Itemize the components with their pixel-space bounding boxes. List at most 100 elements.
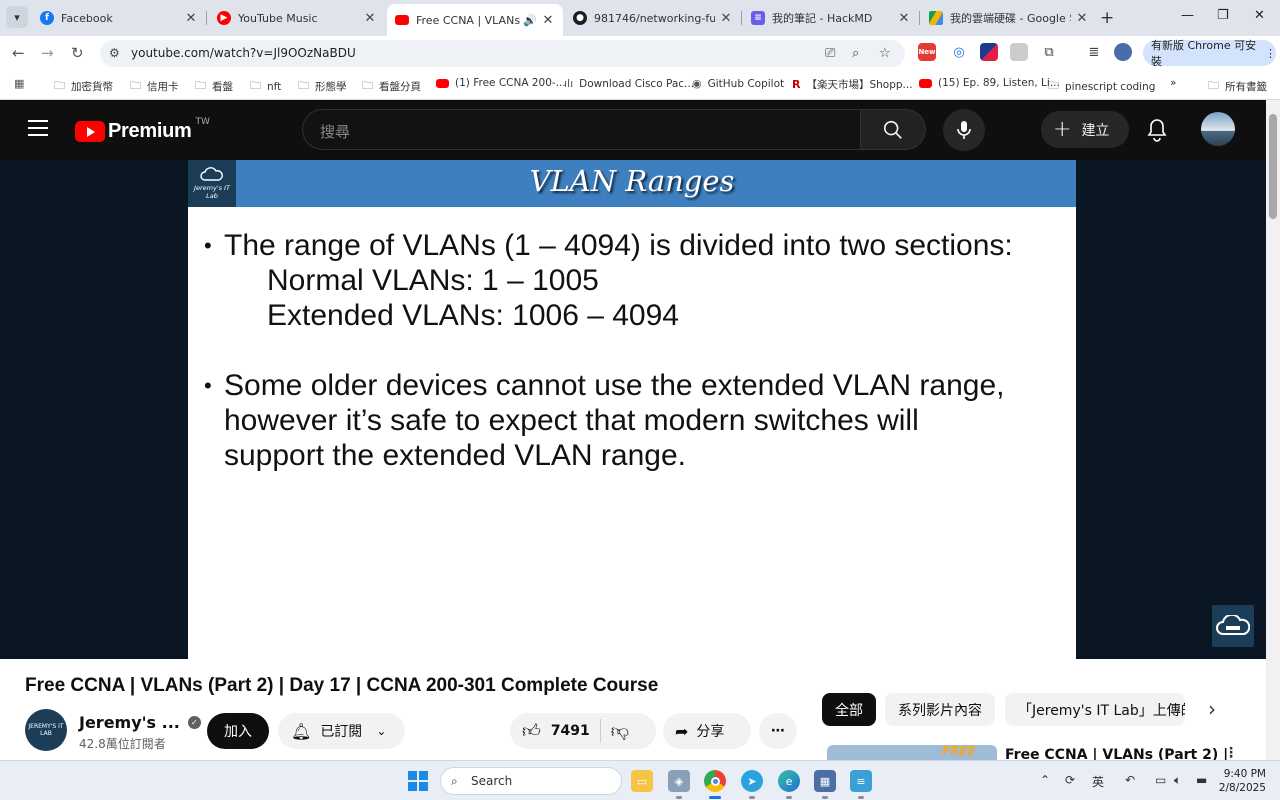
reload-icon[interactable]: ↻: [71, 44, 84, 62]
battery-icon[interactable]: ▬: [1196, 773, 1207, 787]
tab-search-button[interactable]: ▾: [6, 6, 28, 28]
more-vert-icon[interactable]: ⋮: [1224, 745, 1238, 761]
chip-series[interactable]: 系列影片內容: [885, 693, 995, 726]
system-clock[interactable]: 9:40 PM 2/8/2025: [1218, 767, 1266, 795]
bookmark-item[interactable]: 🗀 nft: [250, 77, 281, 96]
taskbar-search[interactable]: ⌕ Search: [440, 767, 622, 795]
file-explorer-icon[interactable]: ▭: [631, 770, 653, 792]
apps-grid-icon[interactable]: ▦: [14, 77, 30, 90]
bookmark-item[interactable]: (1) Free CCNA 200-...: [436, 77, 566, 89]
sync-icon[interactable]: ⟳: [1065, 773, 1075, 787]
recommended-thumbnail[interactable]: FREE: [827, 745, 997, 760]
audio-playing-icon[interactable]: 🔊: [523, 14, 537, 27]
subscribed-button[interactable]: 🔔︎ 已訂閱 ⌄: [278, 713, 405, 749]
more-actions-button[interactable]: ⋯: [759, 713, 797, 749]
channel-name[interactable]: Jeremy's ... ✓: [79, 713, 201, 732]
page-scrollbar[interactable]: [1266, 100, 1280, 760]
window-close-icon[interactable]: ✕: [1254, 8, 1265, 23]
bookmark-item[interactable]: 🗀 看盤分頁: [362, 77, 421, 96]
bookmark-item[interactable]: 🗀 信用卡: [130, 77, 179, 96]
profile-avatar-icon[interactable]: [1114, 43, 1132, 61]
site-info-icon[interactable]: ⚙: [109, 46, 120, 60]
app-icon[interactable]: ◈: [668, 770, 690, 799]
close-icon[interactable]: ✕: [184, 11, 198, 26]
like-count[interactable]: 7491: [551, 723, 590, 739]
media-control-icon[interactable]: ≣: [1085, 43, 1103, 61]
close-icon[interactable]: ✕: [363, 11, 377, 26]
create-button[interactable]: + 建立: [1041, 111, 1129, 148]
windows-start-icon[interactable]: [408, 771, 428, 791]
youtube-icon: [919, 78, 932, 88]
telegram-icon[interactable]: ➤: [741, 770, 763, 799]
bookmark-item[interactable]: ◉ GitHub Copilot: [692, 77, 784, 90]
close-icon[interactable]: ✕: [719, 11, 733, 26]
extension-flag-icon[interactable]: [980, 43, 998, 61]
slide-text: Normal VLANs: 1 – 1005: [267, 264, 599, 297]
bookmark-item[interactable]: 🗀 加密貨幣: [54, 77, 113, 96]
minimize-icon[interactable]: —: [1181, 8, 1194, 23]
bookmark-item[interactable]: 🗀 看盤: [195, 77, 233, 96]
bookmark-item[interactable]: R 【楽天市場】Shopp...: [792, 77, 913, 92]
notepad-icon[interactable]: ≡: [850, 770, 872, 799]
rakuten-icon: R: [792, 78, 801, 91]
folder-icon: 🗀: [195, 79, 206, 92]
account-avatar[interactable]: [1201, 112, 1235, 146]
ime-indicator[interactable]: 英: [1092, 773, 1104, 790]
edge-icon[interactable]: e: [778, 770, 800, 799]
chip-all[interactable]: 全部: [822, 693, 876, 726]
youtube-premium-logo[interactable]: Premium TW: [75, 117, 210, 143]
thumbs-down-icon[interactable]: 👎︎: [611, 720, 629, 742]
share-button[interactable]: ➦ 分享: [663, 713, 751, 749]
menu-icon[interactable]: [28, 120, 48, 141]
url-text[interactable]: youtube.com/watch?v=Jl9OOzNaBDU: [131, 46, 356, 60]
close-icon[interactable]: ✕: [541, 13, 555, 28]
video-player[interactable]: VLAN Ranges Jeremy's IT Lab • The range …: [0, 160, 1266, 659]
tab-github[interactable]: ● 981746/networking-funda ✕: [565, 4, 742, 32]
join-button[interactable]: 加入: [207, 713, 269, 749]
bookmark-item[interactable]: ılı Download Cisco Pac...: [564, 77, 694, 90]
more-bookmarks-icon[interactable]: »: [1170, 77, 1176, 89]
ime-mode-icon[interactable]: ↶: [1125, 773, 1135, 787]
channel-watermark[interactable]: [1212, 605, 1254, 647]
extension-new-icon[interactable]: New: [918, 43, 936, 61]
tab-free-ccna[interactable]: Free CCNA | VLANs (Pa 🔊 ✕: [387, 4, 563, 36]
tray-overflow-icon[interactable]: ⌃: [1040, 773, 1050, 787]
chrome-icon[interactable]: [704, 770, 726, 799]
bookmark-item[interactable]: 🗀 所有書籤: [1208, 77, 1267, 96]
tab-google-drive[interactable]: 我的雲端硬碟 - Google 雲 ✕: [921, 4, 1097, 32]
close-icon[interactable]: ✕: [897, 11, 911, 26]
extension-image-icon[interactable]: [1010, 43, 1028, 61]
restore-icon[interactable]: ❐: [1217, 8, 1229, 23]
close-icon[interactable]: ✕: [1075, 11, 1089, 26]
notifications-bell-icon[interactable]: [1146, 118, 1168, 145]
cast-icon[interactable]: ⎚: [825, 46, 835, 61]
chrome-update-button[interactable]: 有新版 Chrome 可安裝 ⋮: [1143, 39, 1276, 68]
more-vert-icon[interactable]: ⋮: [1265, 47, 1276, 60]
bookmark-item[interactable]: 🗀 形態學: [298, 77, 347, 96]
forward-icon[interactable]: →: [41, 44, 54, 62]
extensions-puzzle-icon[interactable]: ⧉: [1040, 43, 1058, 61]
voice-search-button[interactable]: [943, 109, 985, 151]
volume-icon[interactable]: 🔈︎: [1174, 773, 1181, 788]
address-bar[interactable]: ⚙ youtube.com/watch?v=Jl9OOzNaBDU ⎚ ⌕ ☆: [100, 40, 905, 67]
calculator-icon[interactable]: ▦: [814, 770, 836, 799]
channel-avatar[interactable]: JEREMY'S IT LAB: [25, 709, 67, 751]
thumbs-up-icon[interactable]: 👍︎: [522, 720, 541, 742]
new-tab-button[interactable]: +: [1100, 8, 1114, 28]
chevron-right-icon[interactable]: ›: [1208, 697, 1216, 721]
bookmark-item[interactable]: (15) Ep. 89, Listen, Li...: [919, 77, 1060, 89]
chip-channel-uploads[interactable]: 「Jeremy's IT Lab」上傳的: [1005, 693, 1185, 726]
folder-icon: 🗀: [1048, 79, 1059, 92]
zoom-icon[interactable]: ⌕: [852, 46, 859, 61]
extension-copilot-icon[interactable]: ◎: [950, 43, 968, 61]
slide-text: however it’s safe to expect that modern …: [224, 404, 919, 437]
tab-facebook[interactable]: f Facebook ✕: [32, 4, 207, 32]
bookmark-item[interactable]: 🗀 pinescript coding: [1048, 77, 1155, 96]
bookmark-star-icon[interactable]: ☆: [879, 46, 891, 61]
display-icon[interactable]: ▭: [1155, 773, 1166, 787]
tab-youtube-music[interactable]: ▶ YouTube Music ✕: [209, 4, 385, 32]
search-input[interactable]: 搜尋: [302, 109, 860, 150]
back-icon[interactable]: ←: [12, 44, 25, 62]
search-button[interactable]: [860, 109, 926, 150]
tab-hackmd[interactable]: ≡ 我的筆記 - HackMD ✕: [743, 4, 920, 32]
